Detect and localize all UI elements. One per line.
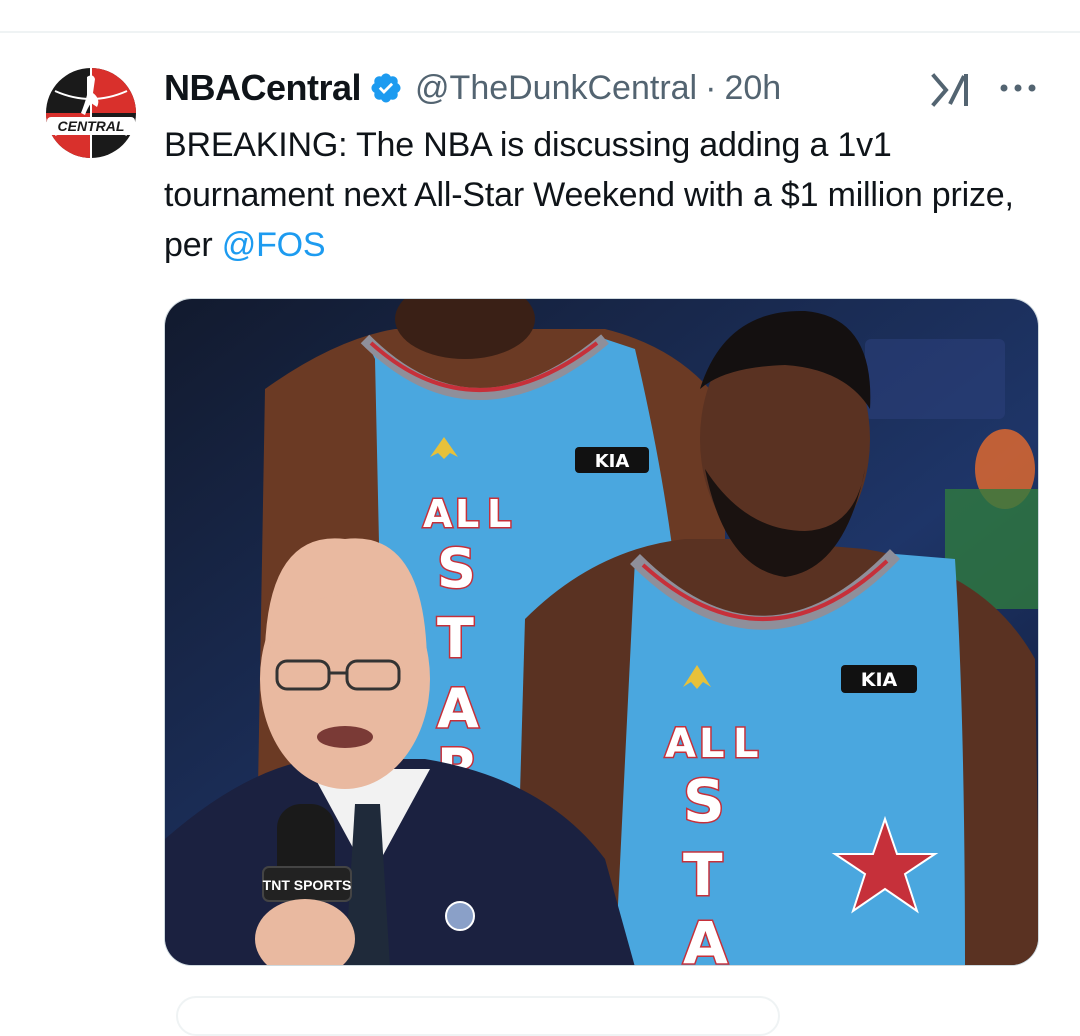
tweet-text: BREAKING: The NBA is discussing adding a… xyxy=(164,120,1044,270)
author-handle[interactable]: @TheDunkCentral xyxy=(415,69,697,108)
avatar-logo-text: CENTRAL xyxy=(58,118,125,134)
jersey-letter: L xyxy=(487,492,511,536)
next-card-outline xyxy=(176,996,780,1036)
jersey-letter: L xyxy=(733,721,759,767)
jersey-letter: A xyxy=(423,492,453,536)
jersey-letter: L xyxy=(455,492,479,536)
kia-logo-front: KIA xyxy=(861,669,898,691)
more-icon[interactable] xyxy=(998,78,1038,98)
author-avatar[interactable]: CENTRAL xyxy=(41,63,141,163)
timestamp[interactable]: 20h xyxy=(724,69,781,108)
jersey-letter: A xyxy=(437,677,479,740)
jersey-letter: A xyxy=(683,909,728,966)
photo-illustration: KIA A L L S T A R KIA A L L S T A xyxy=(165,299,1038,966)
grok-icon[interactable] xyxy=(930,70,972,108)
nbacentral-logo: CENTRAL xyxy=(42,64,140,162)
tweet-header: NBACentral @TheDunkCentral · 20h xyxy=(164,64,781,112)
jersey-letter: L xyxy=(699,721,725,767)
verified-badge-icon[interactable] xyxy=(369,71,403,105)
author-display-name[interactable]: NBACentral xyxy=(164,67,362,109)
mention-link[interactable]: @FOS xyxy=(222,226,326,264)
top-divider xyxy=(0,31,1080,33)
jersey-letter: T xyxy=(683,841,723,909)
mic-flag-text: TNT SPORTS xyxy=(263,877,352,893)
tweet-photo[interactable]: KIA A L L S T A R KIA A L L S T A xyxy=(164,298,1039,966)
jersey-letter: T xyxy=(437,607,474,670)
kia-logo-back: KIA xyxy=(595,451,630,472)
jersey-letter: A xyxy=(665,721,696,767)
jersey-letter: S xyxy=(437,537,476,600)
separator-dot: · xyxy=(705,68,717,107)
jersey-letter: S xyxy=(683,767,725,835)
